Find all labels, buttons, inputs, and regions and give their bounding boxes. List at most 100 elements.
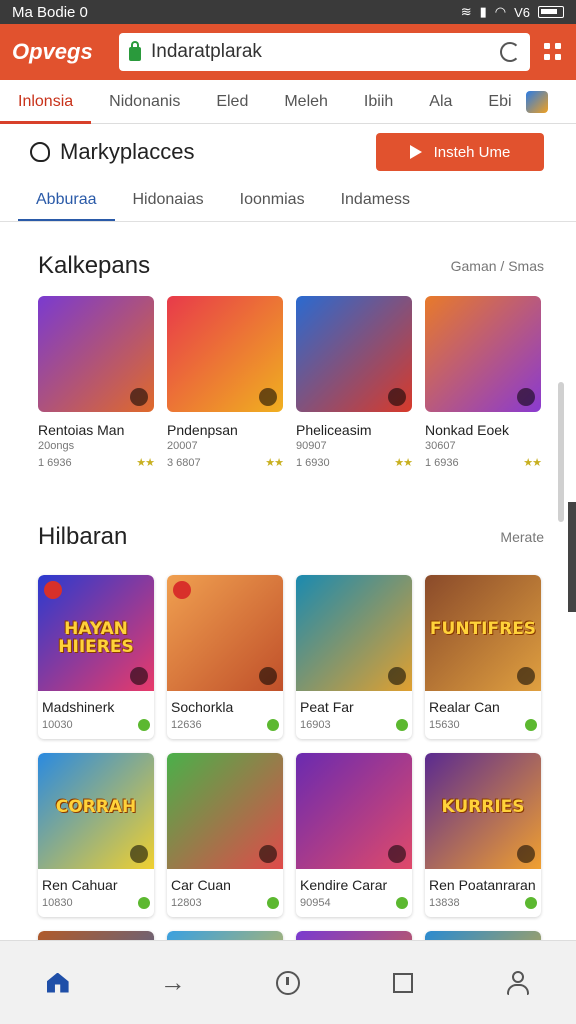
more-icon[interactable] [517, 667, 535, 685]
download-count: 1 6930 [296, 456, 330, 469]
url-bar[interactable]: Indaratplarak [119, 33, 530, 71]
sub-tab[interactable]: Hidonaias [115, 180, 222, 221]
section2-grid: HAYAN HIIERES Madshinerk 10030 Sochorkla 126… [0, 575, 576, 980]
more-icon[interactable] [130, 388, 148, 406]
nav-tabs[interactable] [383, 963, 423, 1003]
game-thumbnail[interactable]: HAYAN HIIERES [38, 575, 154, 691]
game-meta: 12636 [167, 719, 283, 739]
category-tab[interactable]: Ibiih [346, 80, 411, 124]
category-tab[interactable]: Nidonanis [91, 80, 198, 124]
game-meta: 1 6936 ★★ [425, 456, 542, 470]
url-text[interactable]: Indaratplarak [151, 41, 490, 63]
scrollbar[interactable] [558, 382, 564, 522]
game-card[interactable]: Nonkad Eoek 30607 1 6936 ★★ [425, 296, 542, 470]
category-tab[interactable]: Ala [411, 80, 470, 124]
game-thumbnail[interactable] [296, 753, 412, 869]
game-tile[interactable]: Car Cuan 12803 [167, 753, 283, 917]
game-thumbnail[interactable] [38, 296, 154, 412]
category-tab[interactable]: Ebi [470, 80, 529, 124]
sub-tab[interactable]: Indamess [323, 180, 428, 221]
download-count: 15630 [429, 719, 460, 731]
game-tile[interactable]: HAYAN HIIERES Madshinerk 10030 [38, 575, 154, 739]
game-meta: 1 6936 ★★ [38, 456, 155, 470]
more-icon[interactable] [259, 845, 277, 863]
more-icon[interactable] [388, 388, 406, 406]
game-tile[interactable]: CORRAH Ren Cahuar 10830 [38, 753, 154, 917]
more-icon[interactable] [130, 667, 148, 685]
category-tab[interactable]: Eled [198, 80, 266, 124]
game-thumbnail[interactable] [167, 575, 283, 691]
lock-icon [129, 41, 141, 61]
game-tile[interactable]: Kendire Carar 90954 [296, 753, 412, 917]
section2-link[interactable]: Merate [500, 529, 544, 545]
rating-stars-icon: ★★ [394, 457, 413, 469]
game-thumbnail[interactable] [167, 753, 283, 869]
game-thumbnail[interactable] [425, 296, 541, 412]
game-thumbnail[interactable]: KURRIES [425, 753, 541, 869]
game-card[interactable]: Rentoias Man 20ongs 1 6936 ★★ [38, 296, 155, 470]
game-thumbnail[interactable] [296, 575, 412, 691]
game-meta: 12803 [167, 897, 283, 917]
nav-explore[interactable] [268, 963, 308, 1003]
game-card[interactable]: Pndenpsan 20007 3 6807 ★★ [167, 296, 284, 469]
sub-tab[interactable]: Ioonmias [222, 180, 323, 221]
app-header: Opvegs Indaratplarak [0, 24, 576, 80]
bottom-nav: → [0, 940, 576, 1024]
nav-home[interactable] [38, 963, 78, 1003]
verified-icon [525, 897, 537, 909]
home-icon [46, 972, 69, 993]
nav-forward[interactable]: → [153, 963, 193, 1003]
more-icon[interactable] [388, 667, 406, 685]
grid-menu-icon[interactable] [542, 41, 564, 63]
reload-icon[interactable] [500, 42, 520, 62]
more-icon[interactable] [259, 667, 277, 685]
game-name: Madshinerk [42, 699, 115, 715]
more-icon[interactable] [388, 845, 406, 863]
game-card[interactable]: Pheliceasim 90907 1 6930 ★★ [296, 296, 413, 470]
game-meta: 1 6930 ★★ [296, 456, 413, 470]
download-count: 3 6807 [167, 456, 201, 469]
profile-icon [506, 970, 530, 995]
nav-profile[interactable] [498, 963, 538, 1003]
tag-icon [173, 581, 191, 599]
more-icon[interactable] [517, 845, 535, 863]
square-icon [393, 972, 414, 993]
more-icon[interactable] [130, 845, 148, 863]
game-thumbnail[interactable]: FUNTIFRES [425, 575, 541, 691]
category-tabs: Inlonsia Nidonanis Eled Meleh Ibiih Ala Ebi [0, 80, 576, 124]
sub-tab[interactable]: Abburaa [18, 180, 115, 221]
game-thumbnail[interactable] [296, 296, 412, 412]
page-title-wrap: Markyplacces [30, 139, 194, 165]
game-thumbnail[interactable] [167, 296, 283, 412]
download-count: 16903 [300, 719, 331, 731]
next-card-peek [568, 502, 576, 612]
game-meta: 15630 [425, 719, 541, 739]
section1-link[interactable]: Gaman / Smas [451, 258, 544, 274]
app-badge-icon[interactable] [526, 91, 548, 113]
page-header: Markyplacces Insteh Ume [0, 124, 576, 180]
game-tile[interactable]: KURRIES Ren Poatanraran 13838 [425, 753, 541, 917]
game-name: Kendire Carar [300, 877, 388, 893]
game-meta: 10830 [38, 897, 154, 917]
verified-icon [267, 719, 279, 731]
category-tab[interactable]: Meleh [266, 80, 346, 124]
sub-tabs: Abburaa Hidonaias Ioonmias Indamess [0, 180, 576, 222]
vibrate-icon: ≋ [460, 4, 472, 19]
app-logo[interactable]: Opvegs [12, 39, 107, 65]
verified-icon [138, 897, 150, 909]
game-name: Pheliceasim [296, 422, 372, 438]
page-title: Markyplacces [60, 139, 195, 164]
game-tile[interactable]: Sochorkla 12636 [167, 575, 283, 739]
game-tile[interactable]: Peat Far 16903 [296, 575, 412, 739]
section1-header: Kalkepans Gaman / Smas [0, 222, 576, 296]
install-button[interactable]: Insteh Ume [376, 133, 544, 171]
category-tab[interactable]: Inlonsia [0, 80, 92, 124]
game-meta: 16903 [296, 719, 412, 739]
game-tile[interactable]: FUNTIFRES Realar Can 15630 [425, 575, 541, 739]
more-icon[interactable] [259, 388, 277, 406]
game-thumbnail[interactable]: CORRAH [38, 753, 154, 869]
more-icon[interactable] [517, 388, 535, 406]
verified-icon [396, 897, 408, 909]
download-count: 1 6936 [38, 456, 72, 469]
play-icon [409, 145, 422, 159]
